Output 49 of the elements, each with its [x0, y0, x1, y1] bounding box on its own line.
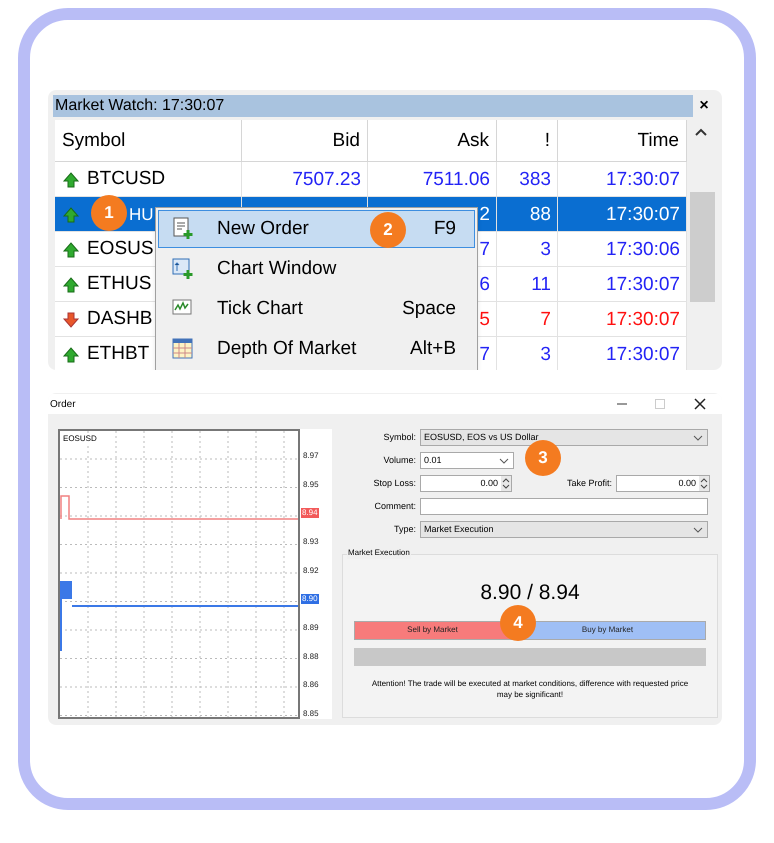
axis-label: 8.88 [302, 652, 319, 662]
table-cell: 3 [540, 239, 551, 260]
symbol-text: DASHB [87, 307, 152, 332]
price-quote: 8.90 / 8.94 [480, 580, 580, 606]
shortcut-text: Space [402, 296, 457, 321]
field-label: Symbol: [382, 430, 417, 444]
table-cell: 7507.23 [292, 169, 361, 190]
symbol-text: ETHUS [87, 272, 152, 296]
field-label: Comment: [373, 500, 417, 513]
table-cell: 7 [479, 344, 490, 365]
shortcut-text: Alt+B [410, 336, 457, 361]
axis-label: 8.85 [302, 708, 319, 719]
axis-label: 8.93 [302, 536, 319, 547]
table-cell: 17:30:07 [606, 274, 680, 295]
table-cell: 17:30:07 [606, 204, 680, 225]
symbol-text: ETHBT [87, 342, 150, 366]
field-label: Volume: [382, 454, 417, 467]
table-cell: 17:30:07 [606, 309, 680, 330]
price-tag: 8.90 [301, 594, 319, 604]
field-label: Stop Loss: [372, 476, 417, 490]
table-cell: 5 [479, 309, 490, 330]
axis-label: 8.97 [302, 451, 319, 461]
table-cell: 6 [479, 274, 490, 295]
field-label: Take Profit: [566, 476, 613, 490]
table-cell: 17:30:07 [606, 169, 680, 190]
table-cell: 7 [479, 239, 490, 260]
attention-note: Attention! The trade will be executed at market conditions, difference with requested price may be significant! [370, 678, 690, 700]
table-cell: 11 [531, 274, 551, 295]
symbol-text: HU [129, 204, 154, 224]
shortcut-text: F9 [434, 216, 457, 241]
table-cell: 383 [519, 169, 551, 190]
table-cell: 7 [540, 309, 551, 330]
axis-label: 8.86 [302, 680, 319, 690]
field-label: Type: [392, 522, 417, 536]
symbol-text: EOSUS [87, 237, 154, 262]
panel-title: Market Watch: 17:30:07 [53, 95, 693, 117]
price-tag: 8.94 [301, 508, 319, 518]
symbol-text: BTCUSD [87, 167, 166, 192]
axis-label: 8.92 [302, 566, 319, 576]
axis-label: 8.95 [302, 480, 319, 490]
table-cell: 88 [530, 204, 551, 225]
table-cell: 3 [540, 344, 551, 365]
table-cell: 17:30:07 [606, 344, 680, 365]
window-title: Order [49, 398, 77, 412]
table-cell: 2 [479, 204, 490, 225]
table-cell: 17:30:06 [606, 239, 680, 260]
table-cell: 7511.06 [422, 169, 490, 190]
axis-label: 8.89 [302, 622, 319, 633]
chart-symbol: EOSUSD [63, 433, 97, 445]
